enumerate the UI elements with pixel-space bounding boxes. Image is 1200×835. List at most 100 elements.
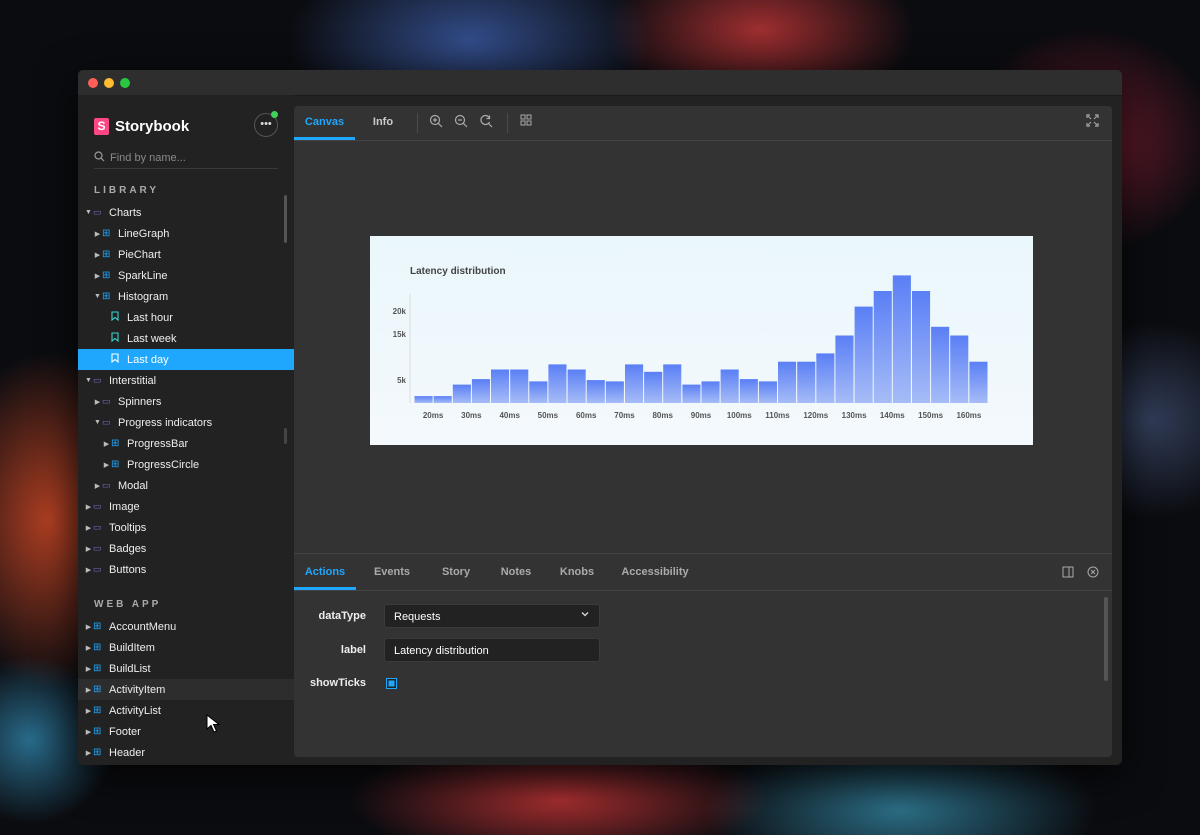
fullscreen-icon[interactable] bbox=[1084, 114, 1100, 130]
histogram-bar[interactable] bbox=[644, 371, 663, 403]
close-window-button[interactable] bbox=[88, 78, 98, 88]
sidebar-item-label: Last day bbox=[127, 353, 169, 366]
sidebar-item-tooltips[interactable]: ▶ ▭ Tooltips bbox=[78, 517, 294, 538]
sidebar-item-footer[interactable]: ▶ ⊞ Footer bbox=[78, 721, 294, 742]
caret-right-icon: ▶ bbox=[85, 749, 92, 757]
sidebar-item-progress-indicators[interactable]: ▼ ▭ Progress indicators bbox=[78, 412, 294, 433]
histogram-bar[interactable] bbox=[701, 381, 720, 403]
sidebar-item-accountmenu[interactable]: ▶ ⊞ AccountMenu bbox=[78, 616, 294, 637]
sidebar-item-piechart[interactable]: ▶ ⊞ PieChart bbox=[78, 244, 294, 265]
sidebar-item-progressbar[interactable]: ▶ ⊞ ProgressBar bbox=[78, 433, 294, 454]
zoom-out-icon[interactable] bbox=[453, 114, 469, 130]
sidebar-item-activitylist[interactable]: ▶ ⊞ ActivityList bbox=[78, 700, 294, 721]
sidebar-item-activityitem[interactable]: ▶ ⊞ ActivityItem bbox=[78, 679, 294, 700]
sidebar-item-last-day[interactable]: Last day bbox=[78, 349, 294, 370]
sidebar-item-builditem[interactable]: ▶ ⊞ BuildItem bbox=[78, 637, 294, 658]
caret-right-icon: ▶ bbox=[94, 398, 101, 406]
histogram-bar[interactable] bbox=[816, 353, 835, 403]
maximize-window-button[interactable] bbox=[120, 78, 130, 88]
histogram-bar[interactable] bbox=[835, 335, 854, 404]
tab-info[interactable]: Info bbox=[360, 106, 406, 140]
panel-layout-icon[interactable] bbox=[1061, 566, 1075, 580]
sidebar-item-interstitial[interactable]: ▼ ▭ Interstitial bbox=[78, 370, 294, 391]
zoom-in-icon[interactable] bbox=[428, 114, 444, 130]
sidebar-item-badges[interactable]: ▶ ▭ Badges bbox=[78, 538, 294, 559]
caret-right-icon: ▶ bbox=[103, 440, 110, 448]
grid-icon[interactable] bbox=[518, 114, 534, 130]
histogram-bar[interactable] bbox=[892, 275, 911, 403]
histogram-bar[interactable] bbox=[931, 326, 950, 403]
histogram-bar[interactable] bbox=[491, 369, 510, 404]
zoom-reset-icon[interactable] bbox=[478, 114, 494, 130]
addon-tab-events[interactable]: Events bbox=[366, 554, 418, 590]
histogram-bar[interactable] bbox=[720, 369, 739, 404]
histogram-bar[interactable] bbox=[586, 380, 605, 404]
component-icon: ⊞ bbox=[93, 621, 102, 632]
addon-tab-actions[interactable]: Actions bbox=[294, 554, 356, 590]
knob-showticks-checkbox[interactable] bbox=[386, 678, 397, 689]
histogram-bar[interactable] bbox=[873, 291, 892, 403]
histogram-bar[interactable] bbox=[625, 364, 644, 403]
sidebar-item-last-week[interactable]: Last week bbox=[78, 328, 294, 349]
histogram-bar[interactable] bbox=[471, 379, 490, 403]
sidebar-item-label: SparkLine bbox=[118, 269, 168, 282]
histogram-bar[interactable] bbox=[663, 364, 682, 403]
addon-tab-knobs[interactable]: Knobs bbox=[552, 554, 602, 590]
histogram-bar[interactable] bbox=[452, 384, 471, 403]
sidebar-scrollbar[interactable] bbox=[284, 195, 287, 243]
x-tick-label: 140ms bbox=[880, 411, 905, 420]
component-icon: ⊞ bbox=[93, 705, 102, 716]
addons-scrollbar[interactable] bbox=[1104, 597, 1108, 681]
close-panel-icon[interactable] bbox=[1086, 566, 1100, 580]
search-input[interactable] bbox=[110, 152, 270, 164]
addon-tab-accessibility[interactable]: Accessibility bbox=[614, 554, 696, 590]
sidebar-item-modal[interactable]: ▶ ▭ Modal bbox=[78, 475, 294, 496]
histogram-bar[interactable] bbox=[510, 369, 529, 404]
sidebar-item-linegraph[interactable]: ▶ ⊞ LineGraph bbox=[78, 223, 294, 244]
webapp-section-label: WEB APP bbox=[94, 599, 162, 610]
histogram-bar[interactable] bbox=[548, 364, 567, 403]
histogram-bar[interactable] bbox=[739, 379, 758, 403]
sidebar-item-image[interactable]: ▶ ▭ Image bbox=[78, 496, 294, 517]
knob-label-input[interactable]: Latency distribution bbox=[384, 638, 600, 662]
histogram-bar[interactable] bbox=[567, 369, 586, 404]
histogram-bar[interactable] bbox=[758, 381, 777, 403]
histogram-bar[interactable] bbox=[605, 381, 624, 403]
sidebar-item-label: Last week bbox=[127, 332, 177, 345]
knob-label-label: label bbox=[340, 644, 366, 656]
minimize-window-button[interactable] bbox=[104, 78, 114, 88]
histogram-bar[interactable] bbox=[433, 396, 452, 403]
histogram-bar[interactable] bbox=[797, 361, 816, 403]
storybook-logo-icon: S bbox=[94, 117, 109, 135]
sidebar-item-header[interactable]: ▶ ⊞ Header bbox=[78, 742, 294, 763]
sidebar-item-progresscircle[interactable]: ▶ ⊞ ProgressCircle bbox=[78, 454, 294, 475]
addon-tab-notes[interactable]: Notes bbox=[490, 554, 542, 590]
histogram-bar[interactable] bbox=[969, 361, 988, 403]
histogram-bar[interactable] bbox=[912, 291, 931, 403]
brand[interactable]: S Storybook bbox=[94, 116, 189, 136]
histogram-bar[interactable] bbox=[414, 396, 433, 403]
chart-title: Latency distribution bbox=[410, 266, 506, 277]
knob-datatype-select[interactable]: Requests bbox=[384, 604, 600, 628]
search-icon bbox=[94, 151, 110, 165]
histogram-chart: Latency distribution 5k 15k 20k 20ms 30ms 40… bbox=[393, 266, 988, 420]
histogram-bar[interactable] bbox=[529, 381, 548, 403]
sidebar-item-histogram[interactable]: ▼ ⊞ Histogram bbox=[78, 286, 294, 307]
histogram-bar[interactable] bbox=[778, 361, 797, 403]
histogram-bar[interactable] bbox=[854, 306, 873, 403]
sidebar-item-last-hour[interactable]: Last hour bbox=[78, 307, 294, 328]
addons-tabs: Actions Events Story Notes Knobs Accessibilit… bbox=[294, 554, 1112, 591]
histogram-bar[interactable] bbox=[682, 384, 701, 403]
sidebar-item-charts[interactable]: ▼ ▭ Charts bbox=[78, 202, 294, 223]
caret-right-icon: ▶ bbox=[94, 251, 101, 259]
histogram-bar[interactable] bbox=[950, 335, 969, 404]
knob-label-value: Latency distribution bbox=[394, 645, 489, 657]
sidebar-item-buttons[interactable]: ▶ ▭ Buttons bbox=[78, 559, 294, 580]
sidebar-item-spinners[interactable]: ▶ ▭ Spinners bbox=[78, 391, 294, 412]
addon-tab-story[interactable]: Story bbox=[434, 554, 478, 590]
sidebar-item-buildlist[interactable]: ▶ ⊞ BuildList bbox=[78, 658, 294, 679]
sidebar-item-sparkline[interactable]: ▶ ⊞ SparkLine bbox=[78, 265, 294, 286]
tab-canvas[interactable]: Canvas bbox=[294, 106, 355, 140]
x-tick-label: 110ms bbox=[765, 411, 790, 420]
sidebar-scrollbar-secondary[interactable] bbox=[284, 428, 287, 444]
